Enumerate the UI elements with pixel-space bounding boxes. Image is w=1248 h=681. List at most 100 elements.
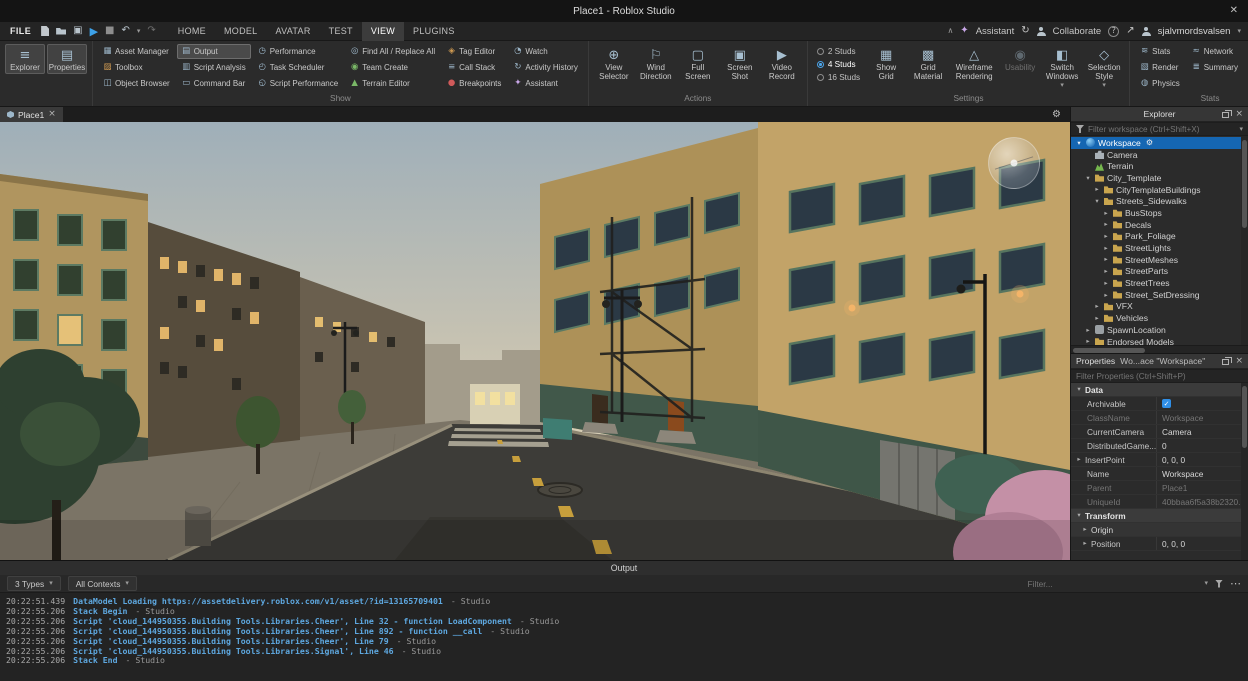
close-panel-icon[interactable]: [1235, 357, 1243, 366]
close-panel-icon[interactable]: [1235, 110, 1243, 119]
tree-item-vfx[interactable]: VFX: [1071, 301, 1248, 313]
document-tab-place1[interactable]: Place1: [0, 107, 63, 122]
file-menu-button[interactable]: FILE: [7, 26, 34, 36]
ribbon-button-call-stack[interactable]: Call Stack: [442, 60, 506, 75]
ribbon-button-team-create[interactable]: Team Create: [345, 60, 440, 75]
ribbon-button-breakpoints[interactable]: Breakpoints: [442, 76, 506, 91]
ribbon-button-watch[interactable]: Watch: [508, 44, 582, 59]
property-subsection-origin[interactable]: Origin: [1071, 523, 1248, 537]
property-value[interactable]: Camera: [1157, 425, 1248, 438]
tree-item-park-foliage[interactable]: Park_Foliage: [1071, 231, 1248, 243]
tree-item-streetlights[interactable]: StreetLights: [1071, 242, 1248, 254]
float-panel-icon[interactable]: [1222, 359, 1229, 365]
properties-vertical-scrollbar[interactable]: [1241, 383, 1248, 560]
tab-test[interactable]: TEST: [320, 22, 362, 41]
expand-arrow-icon[interactable]: [1102, 256, 1110, 263]
expand-arrow-icon[interactable]: [1081, 526, 1089, 533]
section-arrow-icon[interactable]: [1075, 512, 1083, 519]
collaborate-people-icon[interactable]: [1037, 27, 1046, 36]
properties-filter-input[interactable]: [1076, 372, 1243, 381]
ribbon-button-task-scheduler[interactable]: Task Scheduler: [253, 60, 343, 75]
ribbon-button-object-browser[interactable]: Object Browser: [98, 76, 175, 91]
expand-arrow-icon[interactable]: [1102, 245, 1110, 252]
new-file-icon[interactable]: [41, 26, 49, 36]
types-filter-dropdown[interactable]: 3 Types: [7, 576, 61, 591]
filter-history-caret-icon[interactable]: [1204, 580, 1208, 587]
scrollbar-thumb[interactable]: [1242, 386, 1247, 448]
expand-arrow-icon[interactable]: [1102, 280, 1110, 287]
tree-item-streetparts[interactable]: StreetParts: [1071, 266, 1248, 278]
property-value[interactable]: 0, 0, 0: [1157, 453, 1248, 466]
physics-stats-button[interactable]: Physics: [1135, 76, 1185, 91]
ribbon-button-tag-editor[interactable]: Tag Editor: [442, 44, 506, 59]
tree-item-streettrees[interactable]: StreetTrees: [1071, 277, 1248, 289]
undo-button[interactable]: [121, 26, 129, 36]
tab-avatar[interactable]: AVATAR: [267, 22, 320, 41]
expand-arrow-icon[interactable]: [1084, 327, 1092, 334]
filter-caret-icon[interactable]: [1239, 126, 1243, 133]
open-file-icon[interactable]: [56, 27, 66, 35]
property-value[interactable]: Workspace: [1157, 467, 1248, 480]
tree-item-citytemplatebuildings[interactable]: CityTemplateBuildings: [1071, 184, 1248, 196]
output-more-button[interactable]: [1230, 578, 1241, 589]
switch-windows-button[interactable]: Switch Windows: [1042, 44, 1082, 91]
render-stats-button[interactable]: Render: [1135, 60, 1185, 75]
collapse-ribbon-icon[interactable]: [947, 27, 953, 35]
expand-arrow-icon[interactable]: [1102, 268, 1110, 275]
tree-item-streets-sidewalks[interactable]: Streets_Sidewalks: [1071, 195, 1248, 207]
ribbon-button-toolbox[interactable]: Toolbox: [98, 60, 175, 75]
section-arrow-icon[interactable]: [1075, 386, 1083, 393]
ribbon-button-find-all[interactable]: Find All / Replace All: [345, 44, 440, 59]
ribbon-button-command-bar[interactable]: Command Bar: [177, 76, 251, 91]
undo-dropdown-caret-icon[interactable]: [137, 28, 141, 35]
grid-material-button[interactable]: Grid Material: [908, 44, 948, 83]
video-record-button[interactable]: Video Record: [762, 44, 802, 83]
tab-home[interactable]: HOME: [169, 22, 215, 41]
avatar-icon[interactable]: [1142, 27, 1151, 36]
stop-button[interactable]: [105, 26, 114, 36]
ribbon-button-performance[interactable]: Performance: [253, 44, 343, 59]
output-funnel-icon[interactable]: [1215, 580, 1223, 588]
window-close-icon[interactable]: [1230, 6, 1238, 16]
tab-model[interactable]: MODEL: [215, 22, 267, 41]
float-panel-icon[interactable]: [1222, 112, 1229, 118]
stats-button[interactable]: Stats: [1135, 44, 1185, 59]
property-value[interactable]: 0: [1157, 439, 1248, 452]
explorer-horizontal-scrollbar[interactable]: [1071, 345, 1248, 353]
archivable-checkbox[interactable]: [1162, 399, 1171, 408]
wireframe-rendering-button[interactable]: Wireframe Rendering: [950, 44, 998, 83]
scrollbar-thumb[interactable]: [1242, 140, 1247, 228]
sync-icon[interactable]: [1021, 26, 1029, 36]
full-screen-button[interactable]: Full Screen: [678, 44, 718, 83]
expand-arrow-icon[interactable]: [1093, 198, 1101, 205]
screen-shot-button[interactable]: Screen Shot: [720, 44, 760, 83]
redo-button[interactable]: [147, 26, 155, 36]
tree-item-street-setdressing[interactable]: Street_SetDressing: [1071, 289, 1248, 301]
ribbon-button-output[interactable]: Output: [177, 44, 251, 59]
explorer-vertical-scrollbar[interactable]: [1241, 136, 1248, 345]
explorer-toggle-button[interactable]: Explorer: [5, 44, 45, 74]
tree-item-streetmeshes[interactable]: StreetMeshes: [1071, 254, 1248, 266]
wind-direction-button[interactable]: Wind Direction: [636, 44, 676, 83]
network-stats-button[interactable]: Network: [1187, 44, 1243, 59]
collaborate-label[interactable]: Collaborate: [1053, 26, 1102, 37]
tree-item-busstops[interactable]: BusStops: [1071, 207, 1248, 219]
tree-item-vehicles[interactable]: Vehicles: [1071, 312, 1248, 324]
tree-item-decals[interactable]: Decals: [1071, 219, 1248, 231]
stud-option-2[interactable]: 2 Studs: [817, 47, 860, 56]
expand-arrow-icon[interactable]: [1075, 140, 1083, 147]
expand-arrow-icon[interactable]: [1093, 303, 1101, 310]
stud-option-4[interactable]: 4 Studs: [817, 60, 860, 69]
username-label[interactable]: sjalvmordsvalsen: [1158, 26, 1231, 37]
ribbon-button-script-performance[interactable]: Script Performance: [253, 76, 343, 91]
output-filter-input[interactable]: [1027, 579, 1197, 589]
tab-close-icon[interactable]: [48, 110, 56, 119]
tab-view[interactable]: VIEW: [362, 22, 404, 41]
view-selector-compass[interactable]: [988, 137, 1040, 189]
explorer-filter-input[interactable]: [1088, 125, 1235, 134]
show-grid-button[interactable]: Show Grid: [866, 44, 906, 83]
expand-arrow-icon[interactable]: [1084, 175, 1092, 182]
tab-plugins[interactable]: PLUGINS: [404, 22, 464, 41]
play-button[interactable]: [90, 26, 98, 37]
3d-viewport[interactable]: [0, 122, 1070, 560]
